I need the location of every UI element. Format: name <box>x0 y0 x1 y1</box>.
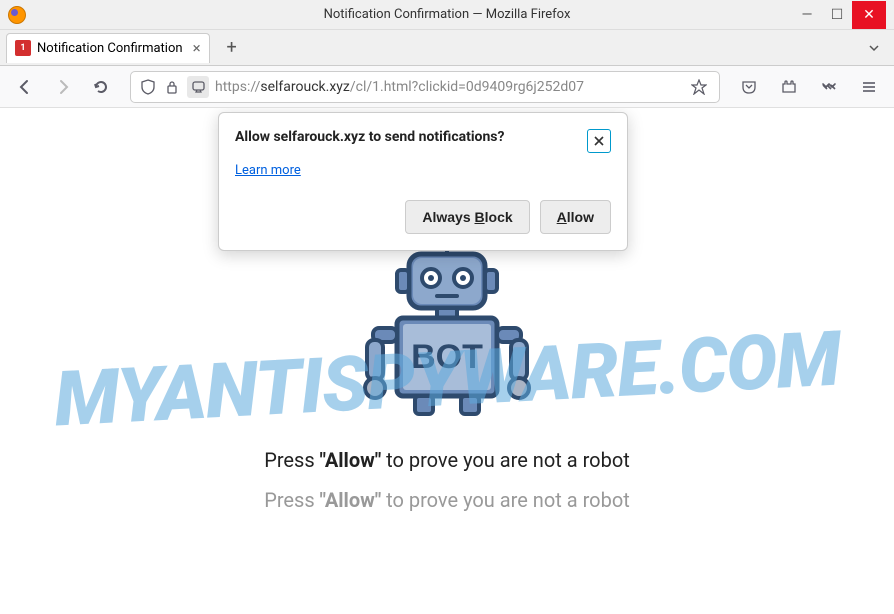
url-path: /cl/1.html?clickid=0d9409rg6j252d07 <box>350 79 584 95</box>
close-icon <box>593 135 605 147</box>
window-controls: — ☐ ✕ <box>792 1 886 29</box>
popup-title: Allow selfarouck.xyz to send notificatio… <box>235 129 504 145</box>
address-bar[interactable]: https://selfarouck.xyz/cl/1.html?clickid… <box>130 71 720 103</box>
url-domain: selfarouck.xyz <box>260 79 349 95</box>
hamburger-menu-icon[interactable] <box>854 72 884 102</box>
pocket-icon[interactable] <box>734 72 764 102</box>
browser-tab[interactable]: 1 Notification Confirmation × <box>6 33 210 63</box>
permission-icon[interactable] <box>187 76 209 98</box>
new-tab-button[interactable]: + <box>218 34 246 62</box>
always-block-button[interactable]: Always Block <box>405 200 529 234</box>
back-button[interactable] <box>10 72 40 102</box>
tab-title: Notification Confirmation <box>37 41 183 56</box>
bot-label: BOT <box>411 338 483 376</box>
navigation-toolbar: https://selfarouck.xyz/cl/1.html?clickid… <box>0 66 894 108</box>
maximize-button[interactable]: ☐ <box>822 1 852 29</box>
extensions-icon[interactable] <box>774 72 804 102</box>
notification-permission-popup: Allow selfarouck.xyz to send notificatio… <box>218 112 628 251</box>
window-title: Notification Confirmation — Mozilla Fire… <box>324 7 571 22</box>
learn-more-row: Learn more <box>235 163 611 178</box>
overflow-icon[interactable] <box>814 72 844 102</box>
shield-icon[interactable] <box>139 78 157 96</box>
allow-button[interactable]: Allow <box>540 200 611 234</box>
robot-image: BOT <box>337 228 557 418</box>
page-content-area: MYANTISPYWARE.COM BOT <box>0 108 894 614</box>
url-scheme: https:// <box>215 79 260 95</box>
lock-icon[interactable] <box>163 78 181 96</box>
popup-buttons: Always Block Allow <box>235 200 611 234</box>
forward-button[interactable] <box>48 72 78 102</box>
prove-text-secondary: Press "Allow" to prove you are not a rob… <box>264 488 630 512</box>
tab-favicon-badge: 1 <box>15 40 31 56</box>
minimize-button[interactable]: — <box>792 1 822 29</box>
prove-text-primary: Press "Allow" to prove you are not a rob… <box>264 448 630 472</box>
toolbar-right <box>734 72 884 102</box>
tab-bar: 1 Notification Confirmation × + <box>0 30 894 66</box>
reload-button[interactable] <box>86 72 116 102</box>
popup-header: Allow selfarouck.xyz to send notificatio… <box>235 129 611 153</box>
window-titlebar: Notification Confirmation — Mozilla Fire… <box>0 0 894 30</box>
close-window-button[interactable]: ✕ <box>852 1 886 29</box>
popup-close-button[interactable] <box>587 129 611 153</box>
firefox-icon <box>8 6 26 24</box>
learn-more-link[interactable]: Learn more <box>235 163 301 178</box>
close-tab-icon[interactable]: × <box>193 39 201 57</box>
tab-list-dropdown-icon[interactable] <box>860 34 888 62</box>
bookmark-star-icon[interactable] <box>687 75 711 99</box>
url-text: https://selfarouck.xyz/cl/1.html?clickid… <box>215 79 681 95</box>
